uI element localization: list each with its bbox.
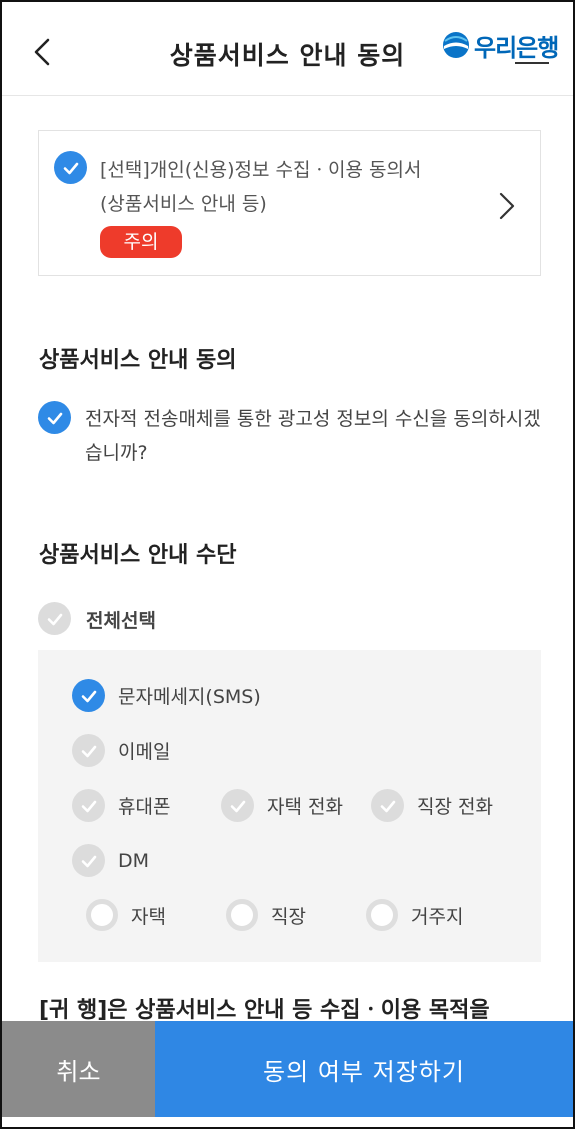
consent-document-title: [선택]개인(신용)정보 수집ㆍ이용 동의서 (상품서비스 안내 등) (100, 153, 421, 221)
consent-line-1: [선택]개인(신용)정보 수집ㆍ이용 동의서 (100, 159, 422, 181)
home-phone-label: 자택 전화 (267, 796, 343, 818)
dm-target-work[interactable]: 직장 (226, 899, 306, 931)
dm-residence-label: 거주지 (411, 905, 464, 928)
option-sms[interactable]: 문자메세지(SMS) (72, 679, 261, 712)
bank-logo[interactable]: 우리은행 (442, 28, 559, 62)
dm-home-label: 자택 (131, 905, 166, 928)
consent-document-card[interactable]: [선택]개인(신용)정보 수집ㆍ이용 동의서 (상품서비스 안내 등) 주의 (38, 130, 541, 276)
dm-residence-radio[interactable] (366, 899, 398, 931)
app-screen: 상품서비스 안내 동의 우리은행 [선택]개인(신용)정보 수집ㆍ이용 동의서 … (0, 0, 575, 1129)
work-phone-label: 직장 전화 (417, 796, 493, 818)
channel-options-panel: 문자메세지(SMS) 이메일 휴대폰 자택 전화 직장 전화 DM 자택 직장 … (38, 650, 541, 962)
dm-target-residence[interactable]: 거주지 (366, 899, 463, 931)
agreement-check-icon[interactable] (38, 401, 71, 434)
dm-work-label: 직장 (271, 905, 306, 928)
email-check-icon[interactable] (72, 734, 105, 767)
save-consent-button[interactable]: 동의 여부 저장하기 (155, 1021, 573, 1117)
dm-target-home[interactable]: 자택 (86, 899, 166, 931)
dm-home-radio[interactable] (86, 899, 118, 931)
option-mobile[interactable]: 휴대폰 (72, 789, 170, 822)
dm-work-radio[interactable] (226, 899, 258, 931)
menu-line-icon[interactable] (515, 62, 549, 64)
mobile-label: 휴대폰 (118, 796, 171, 818)
home-phone-check-icon[interactable] (221, 789, 254, 822)
sms-check-icon[interactable] (72, 679, 105, 712)
dm-check-icon[interactable] (72, 844, 105, 877)
channels-section-title: 상품서비스 안내 수단 (39, 543, 237, 568)
option-dm[interactable]: DM (72, 844, 149, 877)
agreement-question: 전자적 전송매체를 통한 광고성 정보의 수신을 동의하시겠습니까? (85, 408, 541, 464)
purpose-heading: [귀 행]은 상품서비스 안내 등 수집ㆍ이용 목적을 (39, 998, 490, 1023)
select-all-check-icon[interactable] (38, 602, 71, 635)
cancel-button[interactable]: 취소 (2, 1021, 155, 1117)
option-home-phone[interactable]: 자택 전화 (221, 789, 343, 822)
logo-mark-icon (442, 31, 470, 59)
mobile-check-icon[interactable] (72, 789, 105, 822)
option-email[interactable]: 이메일 (72, 734, 170, 767)
header: 상품서비스 안내 동의 우리은행 (2, 2, 573, 96)
consent-line-2: (상품서비스 안내 등) (100, 193, 267, 215)
option-work-phone[interactable]: 직장 전화 (371, 789, 493, 822)
dm-label: DM (118, 849, 150, 872)
agreement-section-title: 상품서비스 안내 동의 (39, 348, 237, 373)
sms-label: 문자메세지(SMS) (118, 686, 261, 708)
email-label: 이메일 (118, 741, 171, 763)
select-all-label[interactable]: 전체선택 (86, 606, 156, 633)
chevron-right-icon[interactable] (495, 189, 519, 227)
caution-badge: 주의 (100, 226, 182, 258)
logo-text: 우리은행 (474, 33, 559, 62)
consent-check-icon[interactable] (54, 151, 87, 184)
work-phone-check-icon[interactable] (371, 789, 404, 822)
